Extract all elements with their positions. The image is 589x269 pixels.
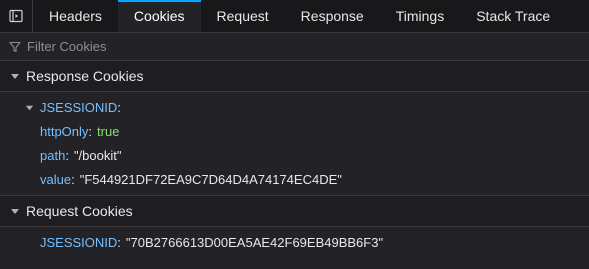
cookie-key: JSESSIONID [40, 234, 118, 250]
chevron-down-icon [25, 105, 34, 110]
filter-cookies-input[interactable] [27, 39, 327, 54]
tab-response[interactable]: Response [285, 0, 380, 32]
request-cookie-jsessionid: JSESSIONID: "70B2766613D00EA5AE42F69EB49… [0, 230, 589, 254]
tab-stack-trace[interactable]: Stack Trace [460, 0, 566, 32]
tab-bar: Headers Cookies Request Response Timings… [0, 0, 589, 33]
tab-timings[interactable]: Timings [380, 0, 461, 32]
cookie-name-colon: : [117, 99, 121, 115]
cookie-prop-value: value: "F544921DF72EA9C7D64D4A74174EC4DE… [0, 167, 589, 191]
cookie-prop-httponly: httpOnly: true [0, 119, 589, 143]
cookie-prop-path: path: "/bookit" [0, 143, 589, 167]
chevron-down-icon [11, 74, 19, 79]
request-cookies-header[interactable]: Request Cookies [0, 196, 589, 227]
panel-toggle-button[interactable] [0, 0, 33, 32]
prop-key: value [40, 171, 72, 187]
filter-bar [0, 33, 589, 61]
chevron-down-icon [11, 209, 19, 214]
tab-cookies[interactable]: Cookies [117, 0, 201, 32]
cookie-colon: : [117, 234, 121, 250]
request-cookies-title: Request Cookies [26, 203, 133, 219]
prop-colon: : [88, 123, 93, 139]
tab-request[interactable]: Request [201, 0, 285, 32]
response-cookies-body: JSESSIONID: httpOnly: true path: "/booki… [0, 92, 589, 196]
prop-value: "F544921DF72EA9C7D64D4A74174EC4DE" [79, 171, 342, 187]
prop-key: path [40, 147, 66, 163]
prop-value: "/bookit" [73, 147, 122, 163]
prop-value: true [97, 123, 120, 139]
response-cookies-header[interactable]: Response Cookies [0, 61, 589, 92]
cookie-name: JSESSIONID [40, 99, 118, 115]
response-cookie-jsessionid[interactable]: JSESSIONID: [0, 95, 589, 119]
filter-icon [9, 41, 21, 52]
prop-colon: : [65, 147, 69, 163]
prop-colon: : [71, 171, 75, 187]
cookie-value: "70B2766613D00EA5AE42F69EB49BB6F3" [125, 234, 384, 250]
tab-headers[interactable]: Headers [33, 0, 118, 32]
response-cookies-title: Response Cookies [26, 68, 144, 84]
request-cookies-body: JSESSIONID: "70B2766613D00EA5AE42F69EB49… [0, 227, 589, 254]
panel-toggle-icon [9, 9, 23, 23]
prop-key: httpOnly [40, 123, 89, 139]
